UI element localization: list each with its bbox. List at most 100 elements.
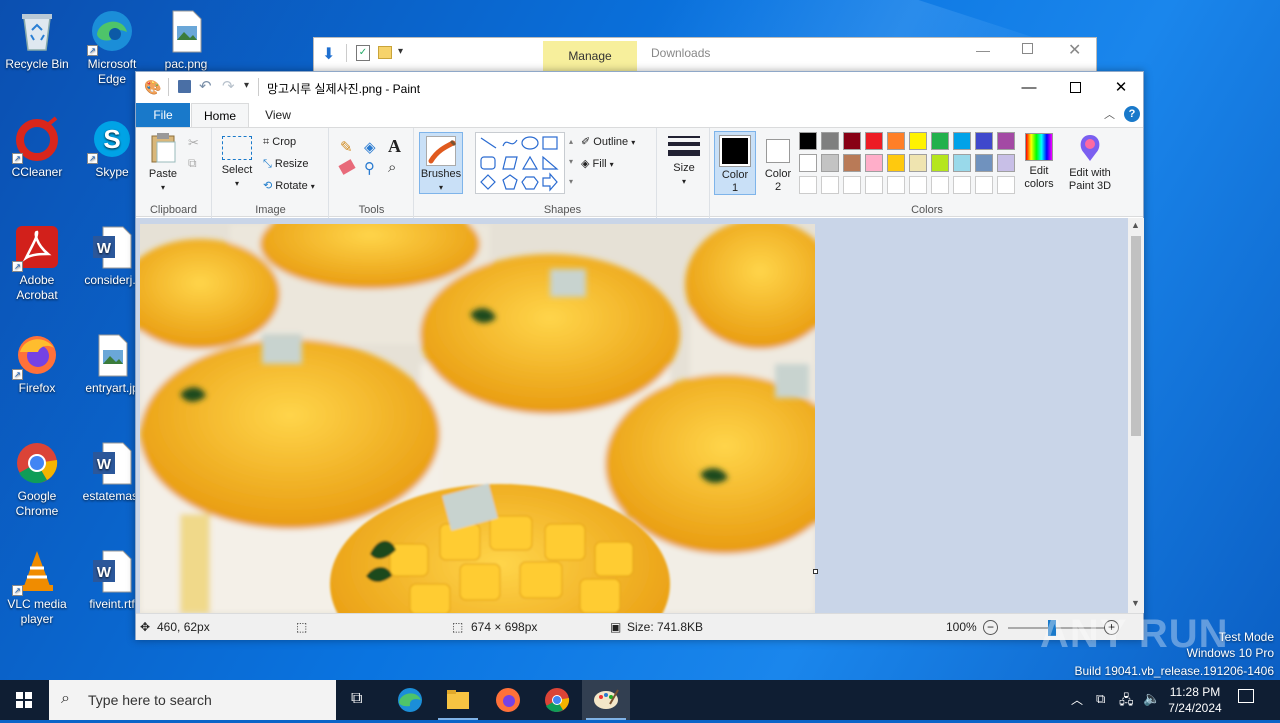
- taskbar-file-explorer[interactable]: [434, 680, 482, 720]
- undo-icon[interactable]: ↶: [199, 77, 212, 95]
- palette-swatch[interactable]: [821, 132, 839, 150]
- edit-colors-button[interactable]: Edit colors: [1019, 133, 1059, 191]
- rotate-button[interactable]: ⟲ Rotate ▾: [263, 179, 315, 194]
- crop-button[interactable]: ⌗ Crop: [263, 135, 296, 149]
- fill-bucket-icon[interactable]: ◈: [364, 138, 376, 156]
- palette-swatch[interactable]: [865, 132, 883, 150]
- palette-swatch[interactable]: [909, 176, 927, 194]
- volume-icon[interactable]: 🔈: [1143, 690, 1160, 707]
- desktop-icon-acrobat[interactable]: ↗ Adobe Acrobat: [0, 224, 74, 303]
- select-button[interactable]: Select ▾: [217, 134, 257, 190]
- color-picker-icon[interactable]: ⚲: [364, 159, 375, 177]
- taskbar-search-box[interactable]: ⌕ Type here to search: [49, 680, 336, 720]
- desktop-icon-pac-png[interactable]: pac.png: [149, 8, 223, 72]
- text-icon[interactable]: A: [388, 136, 401, 157]
- magnifier-icon[interactable]: ⌕: [388, 159, 396, 176]
- color1-button[interactable]: Color 1: [714, 131, 756, 195]
- scroll-thumb[interactable]: [1131, 236, 1141, 436]
- palette-swatch[interactable]: [843, 154, 861, 172]
- palette-swatch[interactable]: [887, 176, 905, 194]
- paint-app-icon[interactable]: 🎨: [144, 79, 161, 96]
- palette-swatch[interactable]: [997, 132, 1015, 150]
- close-button[interactable]: ✕: [1098, 72, 1144, 103]
- palette-swatch[interactable]: [975, 176, 993, 194]
- copy-icon[interactable]: ⧉: [188, 156, 197, 171]
- help-icon[interactable]: ?: [1124, 106, 1140, 122]
- fill-button[interactable]: ◈ Fill ▾: [581, 157, 614, 172]
- palette-swatch[interactable]: [997, 154, 1015, 172]
- redo-icon[interactable]: ↷: [222, 77, 235, 95]
- maximize-icon[interactable]: [1022, 43, 1033, 54]
- palette-swatch[interactable]: [953, 132, 971, 150]
- desktop-icon-ccleaner[interactable]: ↗ CCleaner: [0, 116, 74, 180]
- palette-swatch[interactable]: [799, 132, 817, 150]
- palette-swatch[interactable]: [887, 132, 905, 150]
- cut-icon[interactable]: ✂: [188, 135, 199, 151]
- palette-swatch[interactable]: [909, 132, 927, 150]
- tab-manage[interactable]: Manage: [543, 41, 637, 71]
- shapes-gallery[interactable]: [475, 132, 565, 194]
- minimize-button[interactable]: —: [1006, 72, 1052, 103]
- network-icon[interactable]: 🖧: [1119, 691, 1134, 713]
- scroll-up-icon[interactable]: ▲: [1131, 220, 1140, 230]
- taskbar-paint[interactable]: [582, 680, 630, 720]
- network-usb-icon[interactable]: ⧉: [1096, 691, 1105, 707]
- tab-view[interactable]: View: [252, 103, 304, 127]
- palette-swatch[interactable]: [997, 176, 1015, 194]
- notifications-icon[interactable]: [1238, 689, 1254, 703]
- taskbar-firefox[interactable]: [484, 680, 532, 720]
- color2-button[interactable]: Color 2: [759, 131, 797, 195]
- vertical-scrollbar[interactable]: ▲ ▼: [1128, 218, 1144, 613]
- palette-swatch[interactable]: [821, 176, 839, 194]
- download-arrow-icon[interactable]: ⬇: [322, 44, 335, 64]
- pencil-icon[interactable]: ✎: [340, 138, 353, 156]
- palette-swatch[interactable]: [865, 154, 883, 172]
- task-view-button[interactable]: ⧉: [336, 680, 384, 720]
- customize-qat-icon[interactable]: ▾: [244, 80, 249, 91]
- palette-swatch[interactable]: [909, 154, 927, 172]
- canvas-area[interactable]: [136, 218, 1128, 613]
- taskbar-chrome[interactable]: [533, 680, 581, 720]
- minimize-icon[interactable]: —: [976, 42, 990, 58]
- start-button[interactable]: [0, 680, 48, 720]
- paste-button[interactable]: Paste ▾: [142, 132, 184, 194]
- brushes-button[interactable]: Brushes ▾: [419, 132, 463, 194]
- palette-swatch[interactable]: [887, 154, 905, 172]
- system-clock[interactable]: 11:28 PM 7/24/2024: [1163, 684, 1227, 716]
- palette-swatch[interactable]: [931, 154, 949, 172]
- maximize-button[interactable]: [1052, 72, 1098, 103]
- save-icon[interactable]: [178, 80, 191, 93]
- outline-button[interactable]: ✐ Outline ▾: [581, 135, 635, 150]
- zoom-out-icon[interactable]: −: [983, 620, 998, 635]
- palette-swatch[interactable]: [931, 176, 949, 194]
- canvas-resize-handle[interactable]: [813, 569, 818, 574]
- taskbar-edge[interactable]: [386, 680, 434, 720]
- show-hidden-icons[interactable]: ︿: [1071, 691, 1083, 708]
- eraser-icon[interactable]: [338, 159, 356, 175]
- desktop-icon-firefox[interactable]: ↗ Firefox: [0, 332, 74, 396]
- tab-home[interactable]: Home: [191, 103, 249, 127]
- palette-swatch[interactable]: [843, 176, 861, 194]
- palette-swatch[interactable]: [931, 132, 949, 150]
- shapes-scroll[interactable]: ▴ ▾ ▾: [566, 132, 576, 194]
- palette-swatch[interactable]: [953, 154, 971, 172]
- palette-swatch[interactable]: [975, 132, 993, 150]
- new-folder-icon[interactable]: [378, 46, 392, 59]
- close-icon[interactable]: ✕: [1068, 40, 1081, 60]
- palette-swatch[interactable]: [953, 176, 971, 194]
- palette-swatch[interactable]: [799, 176, 817, 194]
- palette-swatch[interactable]: [799, 154, 817, 172]
- collapse-ribbon-icon[interactable]: ︿: [1104, 106, 1115, 122]
- properties-icon[interactable]: ✓: [356, 45, 370, 61]
- edit-paint3d-button[interactable]: Edit with Paint 3D: [1066, 133, 1114, 193]
- size-button[interactable]: Size ▾: [664, 134, 704, 188]
- desktop-icon-recycle-bin[interactable]: Recycle Bin: [0, 8, 74, 72]
- palette-swatch[interactable]: [843, 132, 861, 150]
- desktop-icon-vlc[interactable]: ↗ VLC media player: [0, 548, 74, 627]
- file-explorer-window[interactable]: ⬇ ✓ ▾ Manage Downloads — ✕: [313, 37, 1097, 73]
- title-bar[interactable]: 🎨 ↶ ↷ ▾ 망고시루 실제사진.png - Paint — ✕: [136, 72, 1143, 103]
- quick-access-dropdown-icon[interactable]: ▾: [398, 46, 403, 57]
- desktop-icon-chrome[interactable]: Google Chrome: [0, 440, 74, 519]
- scroll-down-icon[interactable]: ▼: [1131, 598, 1140, 608]
- tab-file[interactable]: File: [136, 103, 190, 127]
